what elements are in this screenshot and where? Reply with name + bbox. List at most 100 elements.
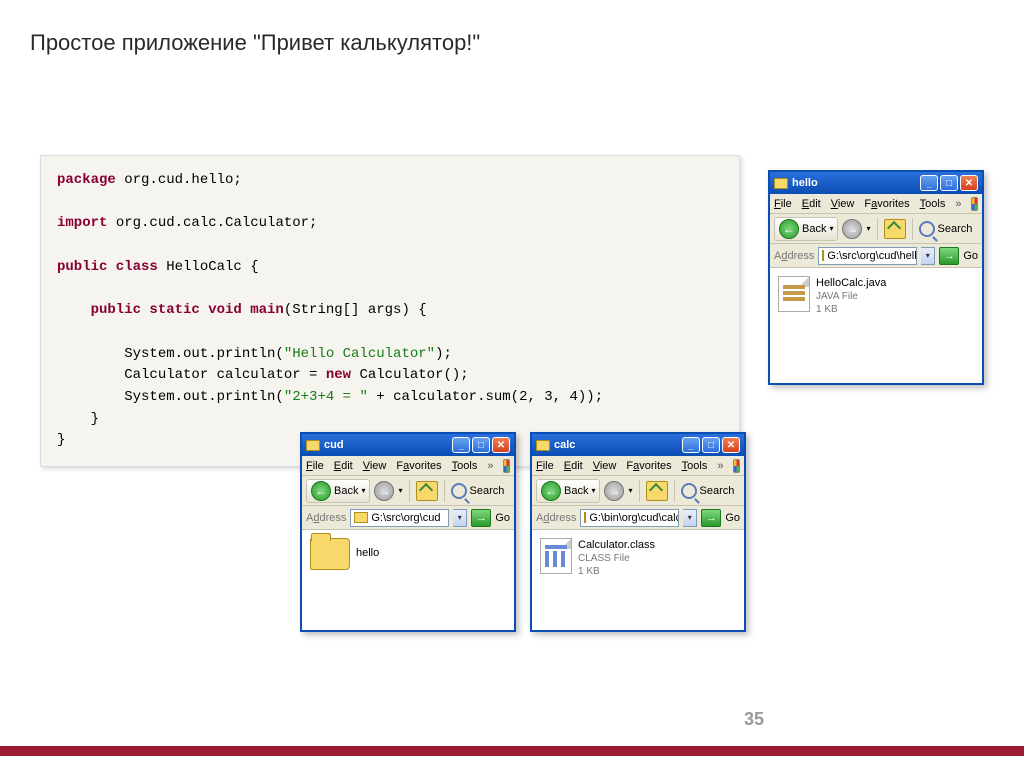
menu-file[interactable]: File	[774, 198, 792, 210]
toolbar: ← Back ▾ → ▾ Search	[302, 476, 514, 506]
address-label: Address	[536, 512, 576, 524]
address-input[interactable]: G:\bin\org\cud\calc	[580, 509, 679, 527]
folder-icon	[774, 178, 788, 189]
windows-logo-icon	[971, 197, 978, 211]
back-icon: ←	[311, 481, 331, 501]
maximize-button[interactable]: □	[940, 175, 958, 191]
file-type: JAVA File	[816, 290, 886, 303]
kw-main: public static void main	[57, 302, 284, 318]
up-button[interactable]	[416, 481, 438, 501]
close-button[interactable]: ✕	[492, 437, 510, 453]
menu-favorites[interactable]: Favorites	[864, 198, 909, 210]
search-button[interactable]: Search	[451, 483, 505, 499]
forward-button[interactable]: →	[842, 219, 862, 239]
up-button[interactable]	[884, 219, 906, 239]
go-button[interactable]: →	[471, 509, 491, 527]
address-input[interactable]: G:\src\org\cud	[350, 509, 449, 527]
close-button[interactable]: ✕	[960, 175, 978, 191]
address-dropdown[interactable]: ▾	[453, 509, 467, 527]
folder-item[interactable]: hello	[310, 538, 506, 570]
menu-file[interactable]: File	[536, 460, 554, 472]
menu-tools[interactable]: Tools	[920, 198, 946, 210]
address-dropdown[interactable]: ▾	[683, 509, 697, 527]
menu-overflow[interactable]: »	[717, 460, 723, 472]
menu-edit[interactable]: Edit	[564, 460, 583, 472]
file-pane[interactable]: HelloCalc.java JAVA File 1 KB	[770, 268, 982, 330]
go-button[interactable]: →	[701, 509, 721, 527]
minimize-button[interactable]: _	[682, 437, 700, 453]
kw-package: package	[57, 172, 116, 188]
java-file-icon	[778, 276, 810, 312]
titlebar[interactable]: calc _ □ ✕	[532, 434, 744, 456]
go-label: Go	[963, 250, 978, 262]
menubar: File Edit View Favorites Tools »	[302, 456, 514, 476]
file-item[interactable]: Calculator.class CLASS File 1 KB	[540, 538, 736, 578]
toolbar: ← Back ▾ → ▾ Search	[770, 214, 982, 244]
menu-overflow[interactable]: »	[487, 460, 493, 472]
menu-file[interactable]: File	[306, 460, 324, 472]
file-pane[interactable]: hello	[302, 530, 514, 584]
search-button[interactable]: Search	[681, 483, 735, 499]
folder-icon	[310, 538, 350, 570]
file-pane[interactable]: Calculator.class CLASS File 1 KB	[532, 530, 744, 592]
forward-button[interactable]: →	[604, 481, 624, 501]
address-label: Address	[306, 512, 346, 524]
addressbar: Address G:\bin\org\cud\calc ▾ → Go	[532, 506, 744, 530]
address-dropdown[interactable]: ▾	[921, 247, 935, 265]
back-button[interactable]: ← Back ▾	[306, 479, 370, 503]
back-icon: ←	[779, 219, 799, 239]
menu-overflow[interactable]: »	[955, 198, 961, 210]
menu-view[interactable]: View	[363, 460, 387, 472]
menu-favorites[interactable]: Favorites	[626, 460, 671, 472]
code-block: package org.cud.hello; import org.cud.ca…	[40, 155, 740, 467]
titlebar[interactable]: cud _ □ ✕	[302, 434, 514, 456]
file-size: 1 KB	[816, 303, 886, 316]
slide-title: Простое приложение "Привет калькулятор!"	[30, 30, 480, 56]
explorer-window-cud: cud _ □ ✕ File Edit View Favorites Tools…	[300, 432, 516, 632]
addressbar: Address G:\src\org\cud ▾ → Go	[302, 506, 514, 530]
footer-bar	[0, 746, 1024, 756]
go-button[interactable]: →	[939, 247, 959, 265]
explorer-window-calc: calc _ □ ✕ File Edit View Favorites Tool…	[530, 432, 746, 632]
search-icon	[681, 483, 697, 499]
explorer-window-hello: hello _ □ ✕ File Edit View Favorites Too…	[768, 170, 984, 385]
back-button[interactable]: ← Back ▾	[536, 479, 600, 503]
page-number: 35	[744, 709, 764, 730]
folder-icon	[354, 512, 368, 523]
menu-view[interactable]: View	[593, 460, 617, 472]
menu-view[interactable]: View	[831, 198, 855, 210]
toolbar: ← Back ▾ → ▾ Search	[532, 476, 744, 506]
file-item[interactable]: HelloCalc.java JAVA File 1 KB	[778, 276, 974, 316]
search-icon	[451, 483, 467, 499]
go-label: Go	[495, 512, 510, 524]
file-type: CLASS File	[578, 552, 655, 565]
minimize-button[interactable]: _	[920, 175, 938, 191]
window-title: cud	[324, 439, 452, 451]
kw-class: public class	[57, 259, 166, 275]
menu-tools[interactable]: Tools	[682, 460, 708, 472]
window-title: hello	[792, 177, 920, 189]
forward-button[interactable]: →	[374, 481, 394, 501]
folder-name: hello	[356, 546, 379, 560]
maximize-button[interactable]: □	[702, 437, 720, 453]
minimize-button[interactable]: _	[452, 437, 470, 453]
menu-edit[interactable]: Edit	[802, 198, 821, 210]
maximize-button[interactable]: □	[472, 437, 490, 453]
up-button[interactable]	[646, 481, 668, 501]
menu-tools[interactable]: Tools	[452, 460, 478, 472]
menubar: File Edit View Favorites Tools »	[770, 194, 982, 214]
file-name: HelloCalc.java	[816, 276, 886, 290]
windows-logo-icon	[733, 459, 740, 473]
address-input[interactable]: G:\src\org\cud\hello	[818, 247, 917, 265]
menu-favorites[interactable]: Favorites	[396, 460, 441, 472]
titlebar[interactable]: hello _ □ ✕	[770, 172, 982, 194]
menu-edit[interactable]: Edit	[334, 460, 353, 472]
folder-icon	[584, 512, 586, 523]
close-button[interactable]: ✕	[722, 437, 740, 453]
windows-logo-icon	[503, 459, 510, 473]
search-icon	[919, 221, 935, 237]
back-button[interactable]: ← Back ▾	[774, 217, 838, 241]
search-button[interactable]: Search	[919, 221, 973, 237]
address-label: Address	[774, 250, 814, 262]
kw-import: import	[57, 215, 107, 231]
